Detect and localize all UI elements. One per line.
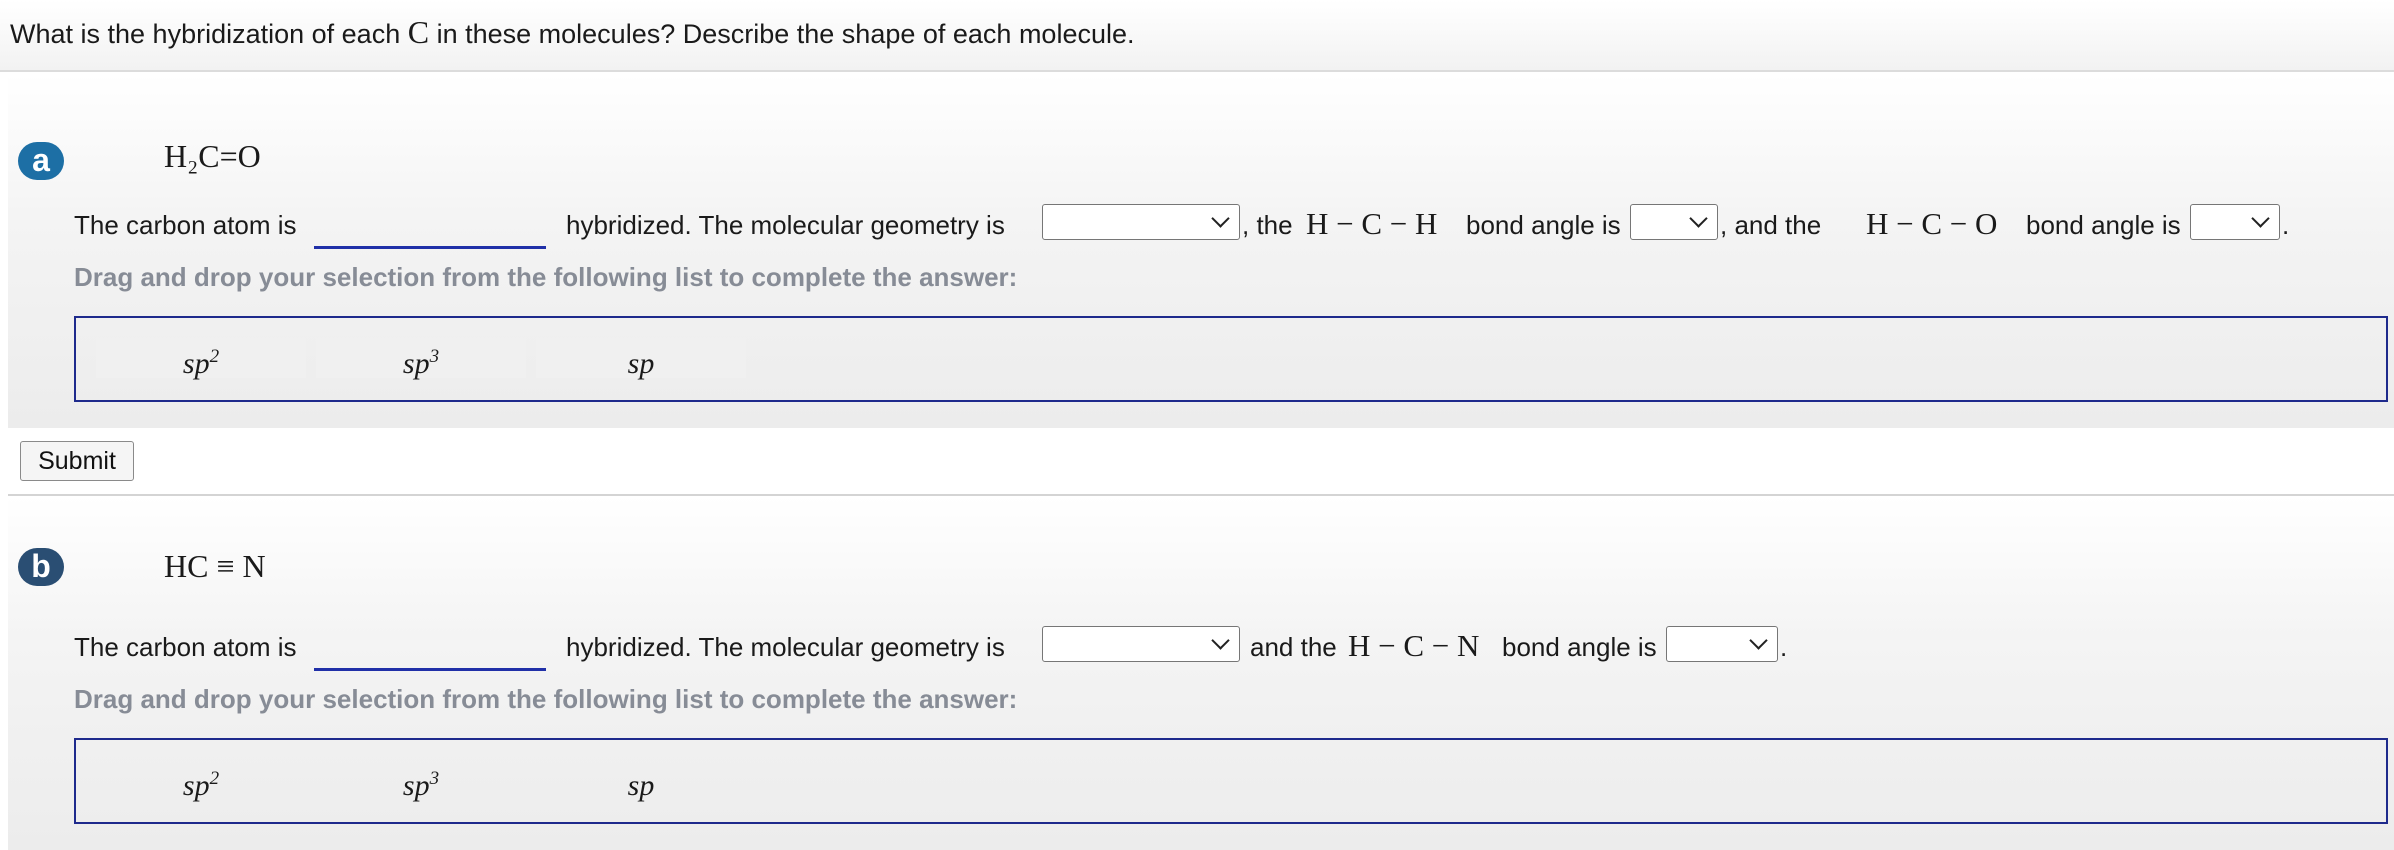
angle1-label: H − C − N (1348, 628, 1480, 663)
choice-bank: sp2 sp3 sp (74, 316, 2388, 402)
choice-sp2[interactable]: sp2 (96, 338, 306, 380)
question-atom: C (407, 14, 430, 50)
part-a-badge: a (18, 142, 64, 180)
choice-sp[interactable]: sp (536, 760, 746, 802)
hco-bond-angle-select[interactable] (2190, 204, 2280, 240)
chevron-down-icon (2251, 209, 2270, 228)
chevron-down-icon (1689, 209, 1708, 228)
choice-bank: sp2 sp3 sp (74, 738, 2388, 824)
choice-superscript: 2 (209, 768, 220, 789)
angle1-prefix: , the (1242, 210, 1293, 240)
question-prefix: What is the hybridization of each (10, 19, 401, 49)
hybridized-label: hybridized. The molecular geometry is (566, 632, 1005, 662)
drag-drop-instruction: Drag and drop your selection from the fo… (74, 684, 1018, 714)
angle2-prefix: , and the (1720, 210, 1822, 240)
part-a: a H₂C=O The carbon atom is hybridized. T… (8, 74, 2394, 428)
carbon-atom-label: The carbon atom is (74, 210, 297, 240)
choice-base: sp (627, 769, 655, 802)
angle1-suffix: bond angle is (1466, 210, 1621, 240)
choice-sp3[interactable]: sp3 (316, 338, 526, 380)
choice-sp[interactable]: sp (536, 338, 746, 380)
molecular-geometry-select[interactable] (1042, 626, 1240, 662)
choice-sp2[interactable]: sp2 (96, 760, 306, 802)
angle2-label: H − C − O (1866, 206, 1998, 241)
choice-superscript: 3 (429, 768, 440, 789)
choice-base: sp (627, 347, 655, 380)
choice-superscript: 2 (209, 346, 220, 367)
angle1-label: H − C − H (1306, 206, 1438, 241)
chevron-down-icon (1211, 209, 1230, 228)
choice-base: sp (402, 769, 430, 802)
choice-superscript: 3 (429, 346, 440, 367)
part-b-formula: HC ≡ N (164, 548, 266, 584)
molecular-geometry-select[interactable] (1042, 204, 1240, 240)
sentence-end: . (1780, 632, 1788, 662)
part-a-formula: H₂C=O (164, 138, 261, 174)
choice-base: sp (402, 347, 430, 380)
question-text: What is the hybridization of each C in t… (10, 14, 1135, 51)
drag-drop-instruction: Drag and drop your selection from the fo… (74, 262, 1018, 292)
angle1-suffix: bond angle is (1502, 632, 1657, 662)
chevron-down-icon (1211, 631, 1230, 650)
part-b-badge: b (18, 548, 64, 586)
sentence-end: . (2282, 210, 2290, 240)
hybridized-label: hybridized. The molecular geometry is (566, 210, 1005, 240)
part-b: b HC ≡ N The carbon atom is hybridized. … (8, 496, 2394, 850)
question-header: What is the hybridization of each C in t… (0, 0, 2394, 72)
choice-sp3[interactable]: sp3 (316, 760, 526, 802)
submit-button[interactable]: Submit (20, 441, 134, 481)
choice-base: sp (182, 347, 210, 380)
question-suffix: in these molecules? Describe the shape o… (436, 19, 1135, 49)
chevron-down-icon (1749, 631, 1768, 650)
hybridization-drop-blank[interactable] (314, 200, 546, 249)
choice-base: sp (182, 769, 210, 802)
carbon-atom-label: The carbon atom is (74, 632, 297, 662)
hybridization-drop-blank[interactable] (314, 622, 546, 671)
angle1-prefix: and the (1250, 632, 1337, 662)
hch-bond-angle-select[interactable] (1630, 204, 1718, 240)
hcn-bond-angle-select[interactable] (1666, 626, 1778, 662)
angle2-suffix: bond angle is (2026, 210, 2181, 240)
